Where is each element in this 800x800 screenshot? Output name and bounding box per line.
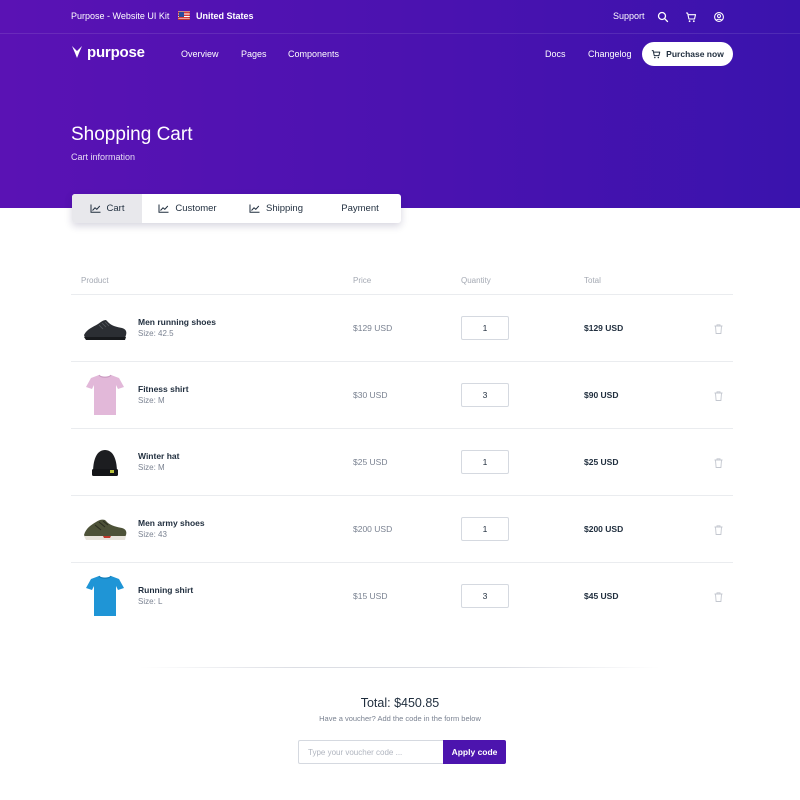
brand-logo-icon[interactable] [71,45,83,59]
product-name[interactable]: Running shirt [138,585,193,595]
beanie-image [92,450,118,476]
summary-divider [140,667,660,668]
row-total: $129 USD [584,323,624,333]
us-flag-icon[interactable] [178,11,190,20]
tab-customer[interactable]: Customer [142,194,233,223]
trash-icon[interactable] [714,324,723,334]
column-price: Price [353,276,372,285]
top-bar: Purpose - Website UI Kit United States S… [0,0,800,34]
site-title[interactable]: Purpose - Website UI Kit [71,11,169,21]
main-navbar: purpose Overview Pages Components Docs C… [0,34,800,74]
page-title: Shopping Cart [71,124,193,145]
product-price: $129 USD [353,323,393,333]
product-name[interactable]: Fitness shirt [138,384,189,394]
table-header: Product Price Quantity Total [71,266,733,295]
table-row: Winter hat Size: M $25 USD $25 USD [71,429,733,496]
running-shoe-image [84,320,127,340]
product-price: $200 USD [353,524,393,534]
trash-icon[interactable] [714,592,723,602]
row-total: $25 USD [584,457,619,467]
trash-icon[interactable] [714,391,723,401]
quantity-input[interactable] [461,584,509,608]
product-name[interactable]: Men army shoes [138,518,205,528]
nav-components[interactable]: Components [288,49,339,59]
nav-docs[interactable]: Docs [545,49,566,59]
purchase-now-label: Purchase now [666,49,724,59]
pink-shirt-image [86,374,124,415]
quantity-input[interactable] [461,383,509,407]
chart-line-icon [90,204,101,213]
cart-icon [652,50,661,59]
tab-payment[interactable]: Payment [319,194,401,223]
product-price: $30 USD [353,390,388,400]
row-total: $200 USD [584,524,624,534]
tab-cart[interactable]: Cart [72,194,142,223]
nav-pages[interactable]: Pages [241,49,267,59]
row-total: $45 USD [584,591,619,601]
product-price: $15 USD [353,591,388,601]
search-icon[interactable] [657,10,669,23]
support-link[interactable]: Support [613,11,645,21]
trash-icon[interactable] [714,458,723,468]
blue-shirt-image [86,575,124,616]
row-total: $90 USD [584,390,619,400]
product-price: $25 USD [353,457,388,467]
product-size: Size: 43 [138,530,167,539]
user-circle-icon[interactable] [713,10,725,22]
tab-payment-label: Payment [341,203,379,214]
table-row: Men army shoes Size: 43 $200 USD $200 US… [71,496,733,563]
quantity-input[interactable] [461,517,509,541]
checkout-steps: Cart Customer Shipping Payment [72,194,401,223]
chart-line-icon [158,204,169,213]
product-size: Size: L [138,597,163,606]
nav-overview[interactable]: Overview [181,49,219,59]
table-row: Running shirt Size: L $15 USD $45 USD [71,563,733,630]
column-product: Product [81,276,109,285]
page-subtitle: Cart information [71,152,136,162]
tab-cart-label: Cart [106,203,125,214]
table-row: Men running shoes Size: 42.5 $129 USD $1… [71,295,733,362]
purchase-now-button[interactable]: Purchase now [642,42,733,66]
voucher-hint: Have a voucher? Add the code in the form… [319,714,481,723]
country-selector[interactable]: United States [196,11,254,21]
tab-shipping[interactable]: Shipping [233,194,319,223]
table-row: Fitness shirt Size: M $30 USD $90 USD [71,362,733,429]
cart-table: Product Price Quantity Total Men running… [71,266,733,630]
quantity-input[interactable] [461,316,509,340]
chart-line-icon [249,204,260,213]
apply-code-button[interactable]: Apply code [443,740,506,764]
product-size: Size: 42.5 [138,329,174,338]
army-shoe-image [84,519,127,540]
product-name[interactable]: Winter hat [138,451,179,461]
brand-name[interactable]: purpose [87,44,145,61]
trash-icon[interactable] [714,525,723,535]
product-size: Size: M [138,463,165,472]
voucher-code-input[interactable] [298,740,444,764]
column-quantity: Quantity [461,276,491,285]
tab-shipping-label: Shipping [266,203,303,214]
quantity-input[interactable] [461,450,509,474]
column-total: Total [584,276,601,285]
product-size: Size: M [138,396,165,405]
product-name[interactable]: Men running shoes [138,317,216,327]
cart-icon[interactable] [685,10,697,23]
nav-changelog[interactable]: Changelog [588,49,632,59]
tab-customer-label: Customer [175,203,217,214]
cart-grand-total: Total: $450.85 [360,696,440,710]
